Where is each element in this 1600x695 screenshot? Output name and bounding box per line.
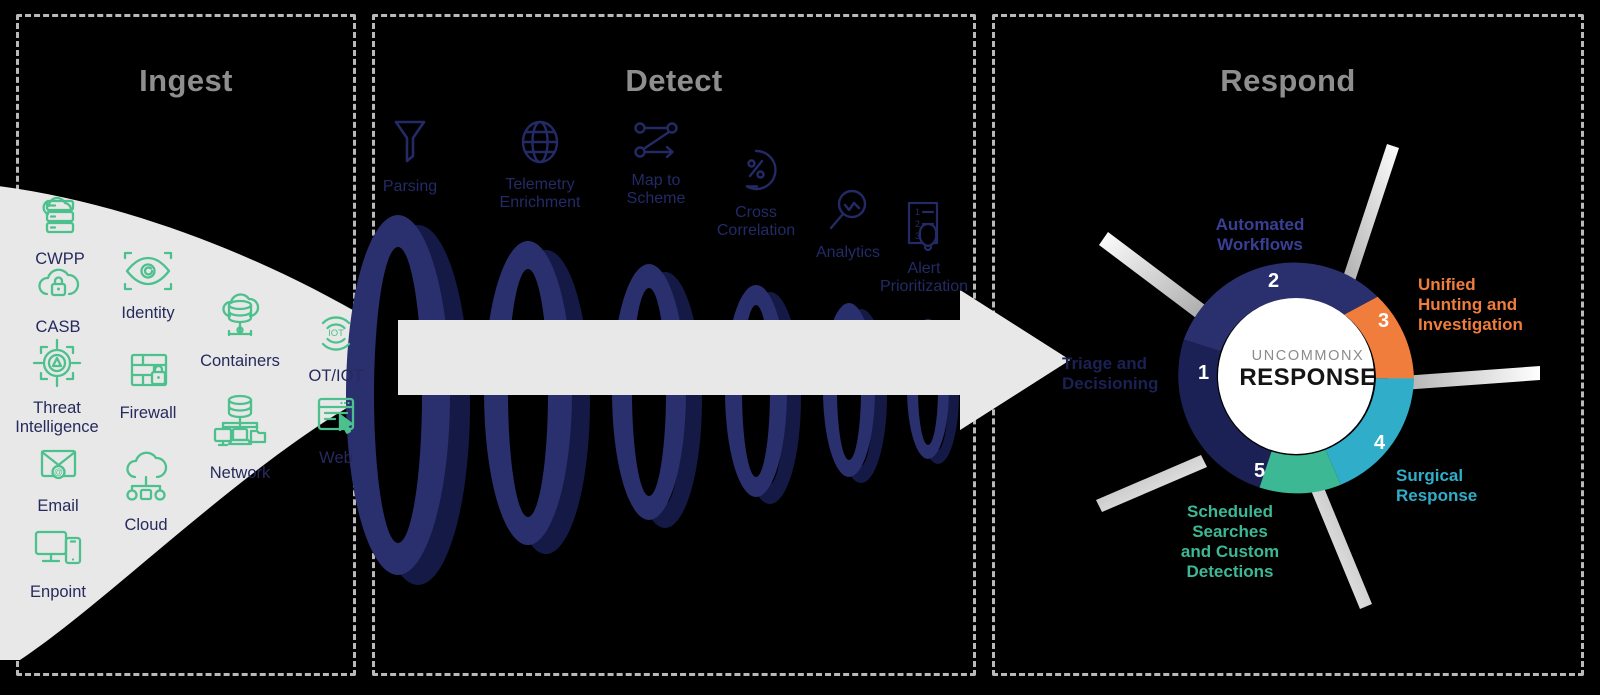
respond-label-triage[interactable]: Triage and Decisioning	[1062, 354, 1186, 394]
donut-number-3: 3	[1378, 310, 1390, 332]
donut-number-1: 1	[1198, 362, 1210, 384]
donut-number-2: 2	[1268, 270, 1280, 292]
respond-label-automated-workflows[interactable]: Automated Workflows	[1180, 215, 1340, 255]
infographic-canvas: Ingest Detect Respond CWPP CASB Threat I…	[0, 0, 1600, 695]
donut-center-disc	[1218, 298, 1374, 454]
donut-number-4: 4	[1374, 432, 1386, 454]
respond-label-scheduled-searches[interactable]: Scheduled Searches and Custom Detections	[1140, 502, 1320, 582]
respond-label-surgical-response[interactable]: Surgical Response	[1396, 466, 1546, 506]
respond-label-unified-hunting[interactable]: Unified Hunting and Investigation	[1418, 275, 1588, 335]
response-donut-chart	[0, 0, 1600, 695]
donut-number-5: 5	[1254, 460, 1266, 482]
